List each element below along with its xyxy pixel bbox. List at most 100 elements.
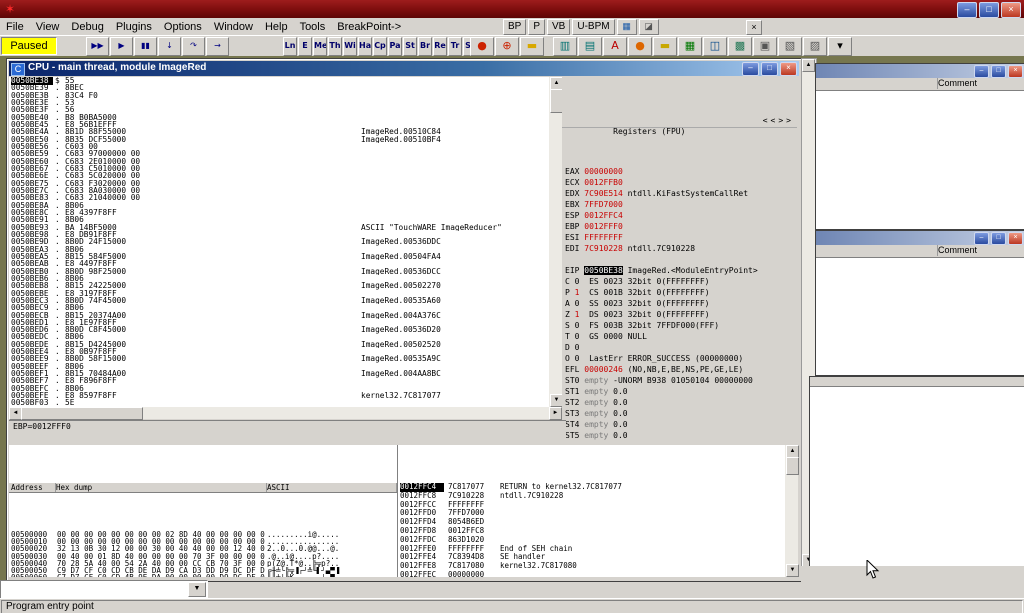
stack-row[interactable]: 0012FFD80012FFC8 (398, 527, 786, 536)
register-line[interactable] (562, 254, 797, 265)
window-button-st[interactable]: St (403, 37, 417, 56)
disasm-row[interactable]: 0050BEDC.8B06MOV EAX,DWORD PTR DS:[ESI] (9, 333, 549, 340)
disasm-row[interactable]: 0050BEC3.8B0D 74F45000MOV ECX,DWORD PTR … (9, 297, 549, 304)
plugin-button-p[interactable]: P (528, 19, 545, 35)
stack-row[interactable]: 0012FFC47C817077RETURN to kernel32.7C817… (398, 483, 786, 492)
disasm-row[interactable]: 0050BEBE.E8 3197F8FFCALL ImageRed.004955… (9, 290, 549, 297)
register-line[interactable]: Z 1 DS 0023 32bit 0(FFFFFFFF) (562, 309, 797, 320)
plugin-button-vb[interactable]: VB (547, 19, 570, 35)
disasm-row[interactable]: 0050BF03.5EPOP ESI (9, 399, 549, 406)
cpu-minimize-button[interactable]: – (742, 62, 759, 76)
menu-item-file[interactable]: File (0, 20, 30, 34)
register-line[interactable]: O 0 LastErr ERROR_SUCCESS (00000000) (562, 353, 797, 364)
maximize-button[interactable]: □ (991, 65, 1006, 78)
disasm-row[interactable]: 0050BED6.8B0D C8F45000MOV ECX,DWORD PTR … (9, 326, 549, 333)
cpu-close-button[interactable]: × (780, 62, 797, 76)
scroll-thumb[interactable] (21, 407, 143, 420)
register-line[interactable]: ECX 0012FFB0 (562, 177, 797, 188)
stack-scrollbar[interactable]: ▲ ▼ (785, 445, 798, 577)
toolbar-icon-c-1[interactable]: ▨ (803, 37, 827, 56)
menu-item-options[interactable]: Options (158, 20, 208, 34)
toolbar-icon-b-8[interactable]: ▣ (753, 37, 777, 56)
registers-nav-arrow-0[interactable]: < (763, 116, 771, 125)
disasm-row[interactable]: 0050BEF7.E8 F896F8FFCALL ImageRed.004955… (9, 377, 549, 384)
hex-dump-pane[interactable]: Address Hex dump ASCII 0050000000 00 00 … (9, 445, 397, 577)
dump-row[interactable]: 00500060C7 D7 CF C0 CD 4B 9E DA 00 00 00… (9, 574, 397, 577)
disasm-row[interactable]: 0050BE3F.56PUSH ESI (9, 106, 549, 113)
toolbar-icon-b-6[interactable]: ◫ (703, 37, 727, 56)
register-line[interactable]: EIP 0050BE38 ImageRed.<ModuleEntryPoint> (562, 265, 797, 276)
disasm-row[interactable]: 0050BE83.C683 21040000 00MOV BYTE PTR DS… (9, 194, 549, 201)
window-button-ha[interactable]: Ha (358, 37, 372, 56)
register-line[interactable]: EFL 00000246 (NO,NB,E,BE,NS,PE,GE,LE) (562, 364, 797, 375)
register-line[interactable]: EDI 7C910228 ntdll.7C910228 (562, 243, 797, 254)
disasm-row[interactable]: 0050BEB8.8B15 24225000MOV EDX,DWORD PTR … (9, 282, 549, 289)
plugin-icon-1[interactable]: ◪ (639, 19, 659, 35)
dump-row[interactable]: 0050003000 40 00 01 8D 40 00 00 00 00 70… (9, 553, 397, 560)
scroll-right-arrow[interactable]: ► (549, 407, 562, 420)
plugin-toolbar-close-button[interactable]: × (746, 20, 762, 35)
window-button-e[interactable]: E (298, 37, 312, 56)
register-line[interactable]: D 0 (562, 342, 797, 353)
menu-item-debug[interactable]: Debug (65, 20, 109, 34)
run-control-button-3[interactable]: ↓ (158, 37, 181, 56)
disasm-row[interactable]: 0050BEFC.8B06MOV EAX,DWORD PTR DS:[ESI] (9, 385, 549, 392)
toolbar-icon-b-1[interactable]: ▤ (578, 37, 602, 56)
disasm-row[interactable]: 0050BEAB.E8 4497F8FFCALL ImageRed.004955… (9, 260, 549, 267)
dump-column-headers[interactable]: Address Hex dump ASCII (9, 483, 397, 493)
disassembly-scrollbar[interactable]: ▲ ▼ (549, 77, 562, 407)
window-button-tr[interactable]: Tr (448, 37, 462, 56)
menu-item-tools[interactable]: Tools (294, 20, 332, 34)
menu-item-breakpoint[interactable]: BreakPoint-> (331, 20, 407, 34)
dump-header-hex[interactable]: Hex dump (54, 483, 267, 492)
disasm-row[interactable]: 0050BEC9.8B06MOV EAX,DWORD PTR DS:[ESI] (9, 304, 549, 311)
disasm-row[interactable]: 0050BEF1.8B15 70484A00MOV EDX,DWORD PTR … (9, 370, 549, 377)
register-line[interactable]: S 0 FS 003B 32bit 7FFDF000(FFF) (562, 320, 797, 331)
scroll-up-arrow[interactable]: ▲ (802, 59, 815, 72)
register-line[interactable]: ST5 empty 0.0 (562, 430, 797, 441)
register-line[interactable]: EDX 7C90E514 ntdll.KiFastSystemCallRet (562, 188, 797, 199)
cpu-window-tit​lebar[interactable]: C CPU - main thread, module ImageRed – □… (9, 61, 799, 76)
stack-row[interactable]: 0012FFE0FFFFFFFFEnd of SEH chain (398, 545, 786, 554)
dump-row[interactable]: 0050004070 28 5A 40 00 54 2A 40 00 00 CC… (9, 560, 397, 567)
disasm-row[interactable]: 0050BE6E.C683 5C020000 00MOV BYTE PTR DS… (9, 172, 549, 179)
plugin-icon-0[interactable]: ▦ (617, 19, 637, 35)
toolbar-icon-b-3[interactable]: ● (628, 37, 652, 56)
register-line[interactable]: T 0 GS 0000 NULL (562, 331, 797, 342)
disasm-row[interactable]: 0050BE67.C683 C5010000 00MOV BYTE PTR DS… (9, 165, 549, 172)
disasm-row[interactable]: 0050BE50.8B35 DCF55000MOV ESI,DWORD PTR … (9, 136, 549, 143)
stack-row[interactable]: 0012FFE87C817080kernel32.7C817080 (398, 562, 786, 571)
window-button-th[interactable]: Th (328, 37, 342, 56)
disasm-row[interactable]: 0050BEDE.8B15 D4245000MOV EDX,DWORD PTR … (9, 341, 549, 348)
run-control-button-5[interactable]: → (206, 37, 229, 56)
toolbar-icon-b-7[interactable]: ▩ (728, 37, 752, 56)
toolbar-icon-b-0[interactable]: ▥ (553, 37, 577, 56)
dump-header-address[interactable]: Address (9, 483, 56, 492)
window-button-br[interactable]: Br (418, 37, 432, 56)
dump-row[interactable]: 00500050C9 D7 CF C0 CD CB DE DA D9 CA D3… (9, 567, 397, 574)
minimize-button[interactable]: – (957, 2, 977, 18)
run-control-button-4[interactable]: ↷ (182, 37, 205, 56)
register-line[interactable]: ESI FFFFFFFF (562, 232, 797, 243)
disasm-row[interactable]: 0050BEA3.8B06MOV EAX,DWORD PTR DS:[ESI] (9, 246, 549, 253)
disasm-row[interactable]: 0050BE3E.53PUSH EBX (9, 99, 549, 106)
command-combobox[interactable]: ▼ (0, 580, 208, 599)
minimize-button[interactable]: – (974, 65, 989, 78)
stack-row[interactable]: 0012FFDC863D1020 (398, 536, 786, 545)
column-header[interactable] (816, 245, 938, 256)
disasm-row[interactable]: 0050BEEF.8B06MOV EAX,DWORD PTR DS:[ESI] (9, 363, 549, 370)
side-window-column-headers[interactable]: Comment (816, 245, 1024, 258)
toolbar-icon-a-2[interactable]: ▬ (520, 37, 544, 56)
disasm-row[interactable]: 0050BEE4.E8 0B97F8FFCALL ImageRed.004955… (9, 348, 549, 355)
dump-header-ascii[interactable]: ASCII (265, 483, 397, 492)
register-line[interactable]: A 0 SS 0023 32bit 0(FFFFFFFF) (562, 298, 797, 309)
window-button-re[interactable]: Re (433, 37, 447, 56)
dump-row[interactable]: 0050002032 13 0B 30 12 00 00 30 00 40 40… (9, 545, 397, 552)
disasm-row[interactable]: 0050BE91.8B06MOV EAX,DWORD PTR DS:[ESI] (9, 216, 549, 223)
run-control-button-2[interactable]: ▮▮ (134, 37, 157, 56)
register-line[interactable]: EBX 7FFD7000 (562, 199, 797, 210)
combo-dropdown-button[interactable]: ▼ (188, 582, 206, 597)
minimize-button[interactable]: – (974, 232, 989, 245)
disasm-row[interactable]: 0050BE7C.C683 8A030000 00MOV BYTE PTR DS… (9, 187, 549, 194)
maximize-button[interactable]: □ (979, 2, 999, 18)
